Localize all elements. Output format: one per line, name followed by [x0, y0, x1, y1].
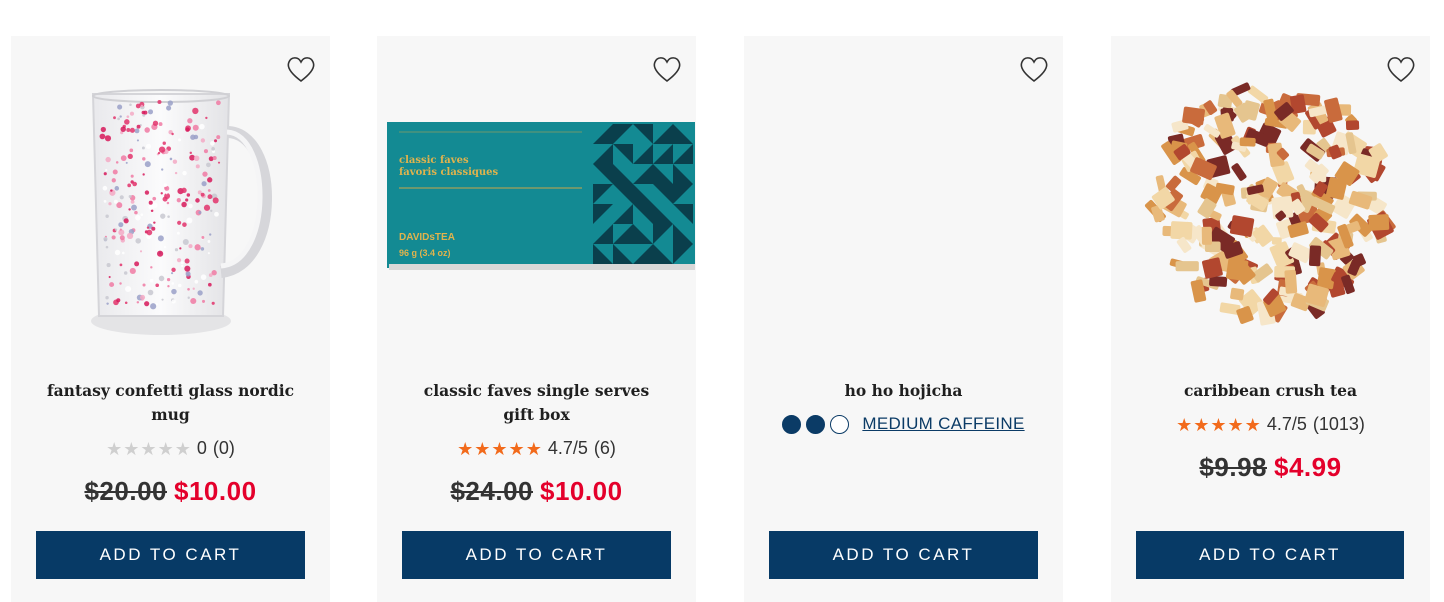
star-icon: ★	[123, 438, 140, 459]
loose-leaf-tea-image	[1144, 82, 1396, 326]
original-price: $9.98	[1199, 452, 1267, 482]
star-icon: ★	[508, 438, 525, 459]
product-title[interactable]: fantasy confetti glass nordic mug	[41, 379, 300, 427]
star-icon: ★	[457, 438, 474, 459]
wishlist-heart-icon[interactable]	[1018, 54, 1050, 84]
product-rating: ★ ★ ★ ★ ★ 4.7/5 (6)	[377, 438, 696, 459]
product-image-gift-box[interactable]: classic faves favoris classiques DAVIDsT…	[377, 36, 696, 366]
star-icon: ★	[1176, 414, 1193, 435]
product-image-mug[interactable]	[11, 36, 330, 366]
star-icon: ★	[1210, 414, 1227, 435]
product-price: $9.98 $4.99	[1111, 452, 1430, 483]
box-title-line-2: favoris classiques	[399, 167, 498, 178]
star-icon: ★	[140, 438, 157, 459]
original-price: $20.00	[84, 476, 167, 506]
add-to-cart-button[interactable]: ADD TO CART	[769, 531, 1038, 579]
rating-count: (6)	[593, 438, 616, 458]
star-icon: ★	[174, 438, 191, 459]
caffeine-dot-empty-icon	[830, 414, 850, 434]
caffeine-dot-filled-icon	[782, 414, 802, 434]
product-price: $20.00 $10.00	[11, 476, 330, 507]
star-icon: ★	[1193, 414, 1210, 435]
add-to-cart-button[interactable]: ADD TO CART	[1136, 531, 1404, 579]
star-icon: ★	[1244, 414, 1261, 435]
sale-price: $10.00	[174, 476, 257, 506]
box-title-line-1: classic faves	[399, 155, 469, 166]
product-grid: fantasy confetti glass nordic mug ★ ★ ★ ★ ★ …	[0, 0, 1444, 602]
rating-value: 4.7/5	[547, 438, 588, 458]
star-icon: ★	[106, 438, 123, 459]
star-rating-icons: ★ ★ ★ ★ ★	[457, 440, 542, 458]
product-title[interactable]: caribbean crush tea	[1141, 379, 1400, 403]
sale-price: $4.99	[1274, 452, 1342, 482]
caffeine-indicator: MEDIUM CAFFEINE	[744, 414, 1063, 434]
product-card-ho-ho-hojicha[interactable]: ho ho hojicha MEDIUM CAFFEINE ADD TO CAR…	[744, 36, 1063, 602]
product-rating: ★ ★ ★ ★ ★ 4.7/5 (1013)	[1111, 414, 1430, 435]
product-image-placeholder[interactable]	[744, 36, 1063, 366]
product-card-fantasy-confetti-mug[interactable]: fantasy confetti glass nordic mug ★ ★ ★ ★ ★ …	[11, 36, 330, 602]
original-price: $24.00	[450, 476, 533, 506]
rating-value: 0	[196, 438, 207, 458]
caffeine-dot-filled-icon	[806, 414, 826, 434]
product-title[interactable]: ho ho hojicha	[774, 379, 1033, 403]
product-image-loose-tea[interactable]	[1111, 36, 1430, 366]
product-card-caribbean-crush-tea[interactable]: caribbean crush tea ★ ★ ★ ★ ★ 4.7/5 (1013) $…	[1111, 36, 1430, 602]
wishlist-heart-icon[interactable]	[651, 54, 683, 84]
product-title[interactable]: classic faves single serves gift box	[407, 379, 666, 427]
caffeine-level-link[interactable]: MEDIUM CAFFEINE	[862, 414, 1024, 434]
wishlist-heart-icon[interactable]	[285, 54, 317, 84]
star-icon: ★	[1227, 414, 1244, 435]
wishlist-heart-icon[interactable]	[1385, 54, 1417, 84]
star-rating-icons: ★ ★ ★ ★ ★	[106, 440, 191, 458]
product-price: $24.00 $10.00	[377, 476, 696, 507]
product-rating: ★ ★ ★ ★ ★ 0 (0)	[11, 438, 330, 459]
star-icon: ★	[525, 438, 542, 459]
box-brand: DAVIDsTEA	[399, 232, 455, 243]
rating-value: 4.7/5	[1266, 414, 1307, 434]
add-to-cart-button[interactable]: ADD TO CART	[402, 531, 671, 579]
star-icon: ★	[157, 438, 174, 459]
star-rating-icons: ★ ★ ★ ★ ★	[1176, 416, 1261, 434]
box-weight: 96 g (3.4 oz)	[399, 248, 451, 258]
confetti-mug-image	[91, 89, 272, 335]
sale-price: $10.00	[540, 476, 623, 506]
product-card-classic-faves-gift-box[interactable]: classic faves favoris classiques DAVIDsT…	[377, 36, 696, 602]
rating-count: (0)	[212, 438, 235, 458]
add-to-cart-button[interactable]: ADD TO CART	[36, 531, 305, 579]
star-icon: ★	[474, 438, 491, 459]
gift-box-image: classic faves favoris classiques DAVIDsT…	[387, 122, 695, 270]
star-icon: ★	[491, 438, 508, 459]
rating-count: (1013)	[1312, 414, 1365, 434]
